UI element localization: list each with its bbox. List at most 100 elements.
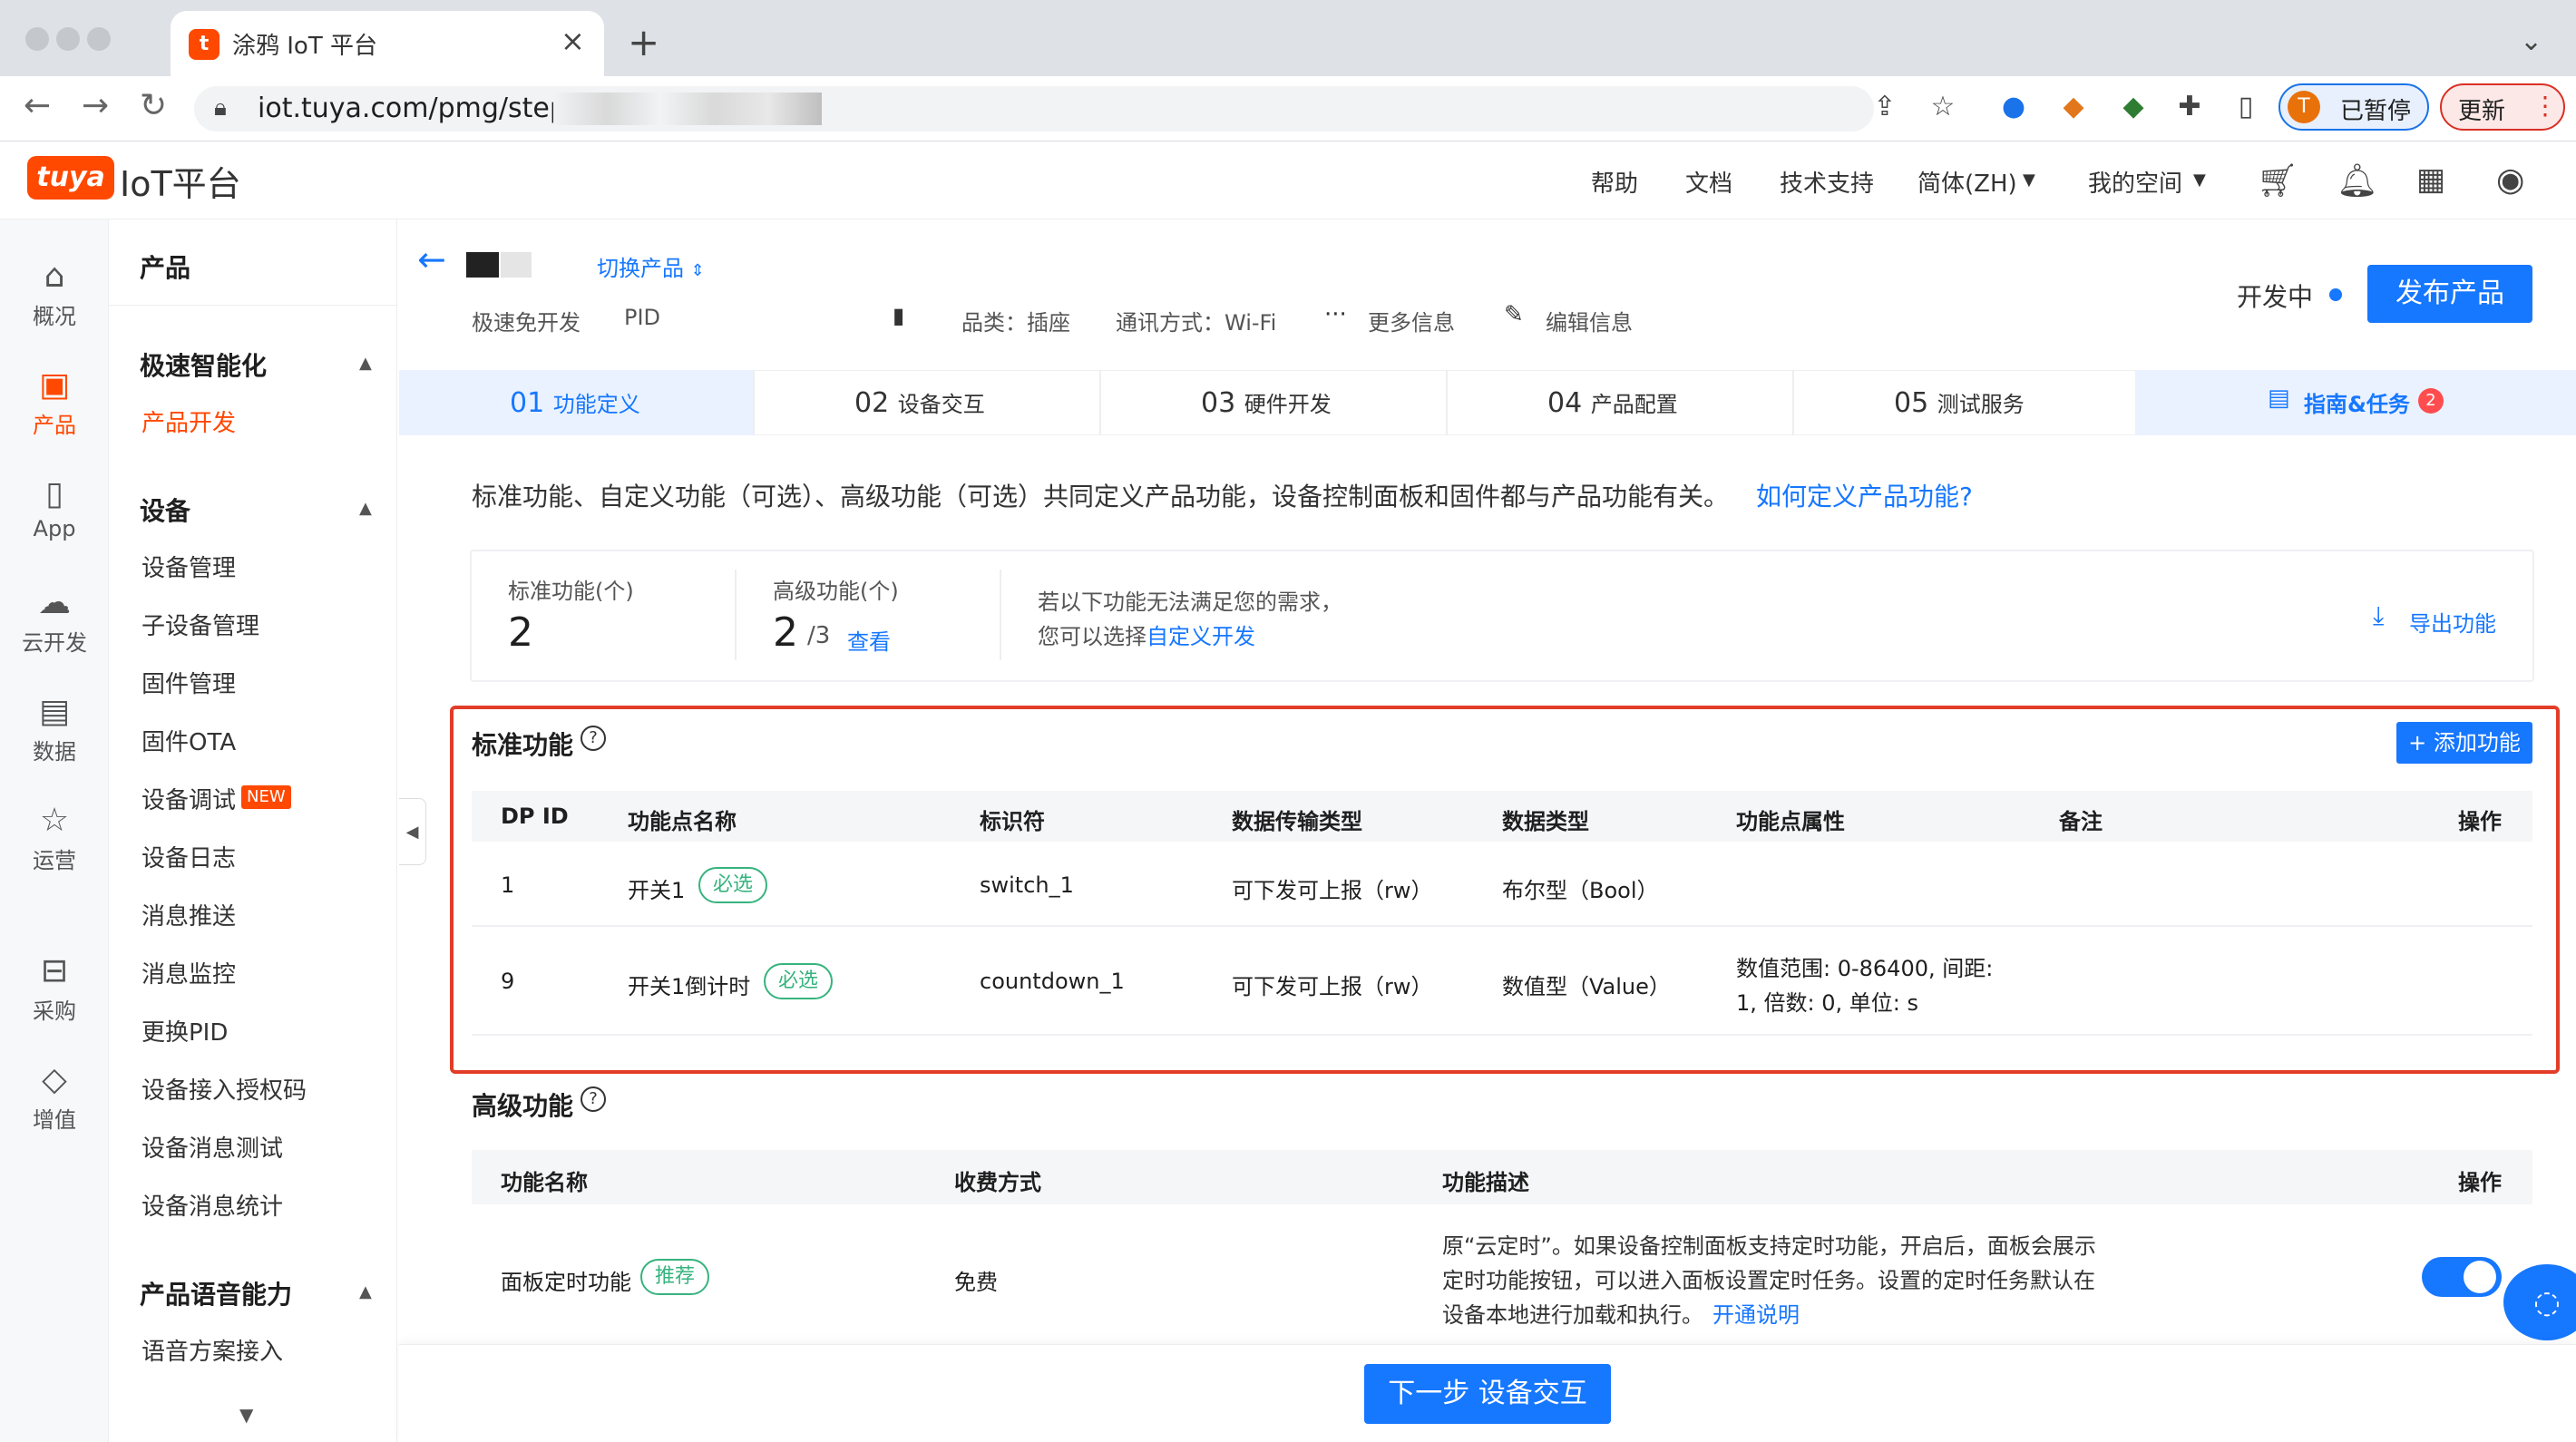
window-close-dot[interactable] — [25, 27, 49, 51]
next-step-button[interactable]: 下一步 设备交互 — [1364, 1364, 1611, 1424]
rail-label: 云开发 — [22, 630, 87, 656]
guide-tasks-link[interactable]: 指南&任务 — [2304, 386, 2410, 418]
edit-info-link[interactable]: 编辑信息 — [1546, 305, 1633, 336]
menu-message-test[interactable]: 设备消息测试 — [141, 1130, 283, 1164]
activation-guide-link[interactable]: 开通说明 — [1712, 1297, 1800, 1329]
step-3[interactable]: 03 硬件开发 — [1201, 386, 1332, 419]
edit-pencil-icon[interactable]: ✎ — [1504, 301, 1524, 328]
rail-item-product[interactable]: ▣ 产品 — [0, 366, 109, 439]
metamask-fox-icon[interactable]: ◆ — [2057, 91, 2090, 123]
nav-help[interactable]: 帮助 — [1591, 165, 1638, 199]
adv-view-link[interactable]: 查看 — [847, 624, 891, 656]
cart-icon[interactable]: 🛒︎ — [2257, 161, 2298, 200]
toggle-knob — [2464, 1261, 2496, 1293]
how-to-define-link[interactable]: 如何定义产品功能? — [1756, 477, 1973, 513]
window-minimize-dot[interactable] — [56, 27, 80, 51]
menu-device-management[interactable]: 设备管理 — [141, 550, 236, 583]
category-text: 品类：插座 — [961, 310, 1070, 336]
extensions-puzzle-icon[interactable]: ✚ — [2173, 91, 2206, 123]
add-function-button[interactable]: + 添加功能 — [2396, 722, 2532, 764]
rail-item-overview[interactable]: ⌂ 概况 — [0, 258, 109, 330]
nav-docs[interactable]: 文档 — [1685, 165, 1732, 199]
step-5[interactable]: 05 测试服务 — [1894, 386, 2025, 419]
section-voice[interactable]: 产品语音能力 — [140, 1275, 292, 1311]
section-collapse-icon[interactable]: ▲ — [359, 499, 372, 518]
section-device[interactable]: 设备 — [140, 492, 190, 528]
adv-col-desc: 功能描述 — [1442, 1170, 1529, 1195]
menu-device-log[interactable]: 设备日志 — [141, 840, 236, 873]
nav-tech-support[interactable]: 技术支持 — [1780, 165, 1874, 199]
rail-item-cloud[interactable]: ☁︎ 云开发 — [0, 584, 109, 657]
menu-product-dev[interactable]: 产品开发 — [141, 404, 236, 438]
language-caret-icon[interactable]: ▼ — [2023, 171, 2035, 190]
more-info-link[interactable]: 更多信息 — [1368, 305, 1455, 336]
help-circle-icon[interactable]: ? — [581, 726, 606, 751]
menu-message-monitor[interactable]: 消息监控 — [141, 956, 236, 989]
rail-item-app[interactable]: ▯ App — [0, 475, 109, 541]
menu-voice-solution[interactable]: 语音方案接入 — [141, 1333, 283, 1367]
export-icon[interactable]: ⤓ — [2373, 600, 2384, 631]
bookmark-star-icon[interactable]: ☆ — [1927, 91, 1959, 123]
customer-service-chat-icon[interactable]: ◌ — [2503, 1264, 2576, 1340]
guide-list-icon: ▤ — [2268, 385, 2290, 412]
adv-row-fee: 免费 — [954, 1270, 998, 1295]
step-2[interactable]: 02 设备交互 — [854, 386, 985, 419]
tuya-logo[interactable]: tuya — [27, 156, 114, 200]
user-account-icon[interactable]: ◉ — [2496, 161, 2524, 199]
window-zoom-dot[interactable] — [87, 27, 111, 51]
custom-dev-link[interactable]: 自定义开发 — [1147, 619, 1255, 650]
bell-icon[interactable]: 🔔︎ — [2337, 161, 2378, 200]
my-space-caret-icon[interactable]: ▼ — [2193, 171, 2206, 190]
step-1[interactable]: 01 功能定义 — [510, 386, 640, 419]
step-4[interactable]: 04 产品配置 — [1547, 386, 1678, 419]
rail-item-operations[interactable]: ☆ 运营 — [0, 802, 109, 874]
extension-blue-icon[interactable]: ● — [1997, 91, 2030, 123]
more-vert-icon[interactable]: ⋮ — [2532, 91, 2558, 121]
menu-firmware[interactable]: 固件管理 — [141, 666, 236, 699]
lock-icon[interactable]: 🔒︎ — [214, 94, 227, 122]
extension-leaf-icon[interactable]: ◆ — [2117, 91, 2150, 123]
nav-my-space[interactable]: 我的空间 — [2088, 165, 2182, 199]
share-icon[interactable]: ⇪ — [1869, 91, 1901, 123]
menu-scroll-down-icon[interactable]: ▼ — [239, 1404, 253, 1426]
rail-item-data[interactable]: ▤ 数据 — [0, 693, 109, 765]
profile-status-label: 已暂停 — [2340, 98, 2412, 125]
menu-device-debug[interactable]: 设备调试 — [141, 782, 236, 815]
forward-icon[interactable]: → — [82, 87, 109, 124]
help-circle-icon[interactable]: ? — [581, 1086, 606, 1112]
menu-firmware-ota[interactable]: 固件OTA — [141, 724, 236, 757]
new-tab-icon[interactable]: + — [628, 20, 659, 64]
publish-product-button[interactable]: 发布产品 — [2367, 265, 2532, 323]
nav-language[interactable]: 简体(ZH) — [1917, 165, 2017, 199]
section-quick-smart[interactable]: 极速智能化 — [140, 346, 267, 383]
menu-change-pid[interactable]: 更换PID — [141, 1014, 228, 1047]
row-divider — [472, 925, 2532, 927]
back-arrow-icon[interactable]: ← — [417, 239, 446, 279]
step-num: 02 — [854, 387, 890, 419]
menu-message-stats[interactable]: 设备消息统计 — [141, 1188, 283, 1222]
section-collapse-icon[interactable]: ▲ — [359, 354, 372, 373]
switch-product-link[interactable]: 切换产品 ⇕ — [597, 250, 705, 282]
row2-name: 开关1倒计时 — [628, 974, 751, 999]
category-icon: ▮ — [893, 303, 905, 328]
export-functions-link[interactable]: 导出功能 — [2409, 606, 2496, 638]
sidebar-collapse-icon[interactable]: ◀ — [399, 798, 426, 865]
section-collapse-icon[interactable]: ▲ — [359, 1282, 372, 1301]
apps-grid-icon[interactable]: ▦ — [2416, 161, 2445, 198]
menu-sub-device[interactable]: 子设备管理 — [141, 608, 259, 641]
tab-search-chevron-icon[interactable]: ⌄ — [2520, 25, 2542, 57]
reload-icon[interactable]: ↻ — [140, 87, 167, 124]
status-dot — [2329, 288, 2342, 301]
menu-message-push[interactable]: 消息推送 — [141, 898, 236, 931]
back-icon[interactable]: ← — [24, 87, 51, 124]
row1-type: 布尔型（Bool） — [1502, 878, 1659, 903]
tab-close-icon[interactable]: × — [561, 24, 585, 58]
side-panel-icon[interactable]: ▯ — [2230, 91, 2262, 123]
rail-item-value-added[interactable]: ◇ 增值 — [0, 1061, 109, 1134]
rail-item-purchase[interactable]: ⊟ 采购 — [0, 952, 109, 1025]
step-label: 硬件开发 — [1244, 392, 1332, 417]
tuya-favicon-icon: t — [189, 29, 220, 60]
menu-auth-code[interactable]: 设备接入授权码 — [141, 1072, 307, 1106]
product-name-redacted — [501, 252, 532, 278]
more-dots-icon[interactable]: ··· — [1324, 301, 1347, 328]
